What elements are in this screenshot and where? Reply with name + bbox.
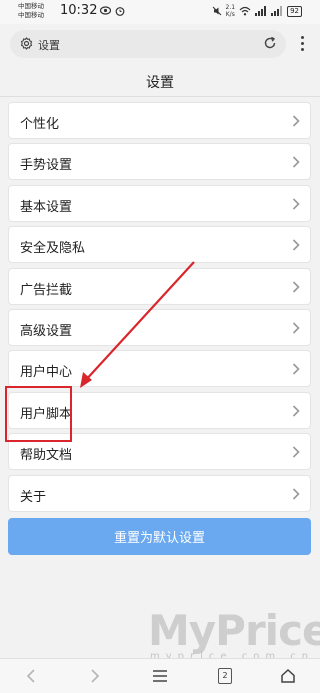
address-text: 设置: [38, 39, 60, 52]
eye-icon: [100, 6, 111, 15]
status-icons-left: [100, 6, 125, 16]
clock: 10:32: [60, 3, 98, 18]
mute-icon: [212, 6, 221, 16]
bottom-nav: 2: [0, 658, 320, 693]
settings-item-user-center[interactable]: 用户中心: [8, 350, 311, 388]
carrier-labels: 中国移动 中国移动: [18, 2, 44, 20]
settings-list: 个性化 手势设置 基本设置 安全及隐私 广告拦截 高级设置 用户中心 用户脚本 …: [8, 102, 311, 516]
chevron-right-icon: [292, 239, 300, 251]
settings-item-label: 帮助文档: [20, 448, 73, 464]
chevron-right-icon: [292, 363, 300, 375]
settings-item-about[interactable]: 关于: [8, 474, 311, 512]
title-divider: [0, 96, 320, 97]
chevron-right-icon: [292, 446, 300, 458]
battery-indicator: 92: [287, 5, 302, 17]
address-bar[interactable]: 设置: [10, 30, 286, 58]
settings-item-basic[interactable]: 基本设置: [8, 184, 311, 222]
speed-unit: K/s: [225, 11, 235, 18]
settings-item-ad-block[interactable]: 广告拦截: [8, 267, 311, 305]
watermark-logo: MyPrice: [148, 606, 320, 655]
speed-value: 2.1: [225, 4, 236, 11]
signal-icon: [255, 6, 267, 16]
settings-item-label: 个性化: [20, 117, 60, 132]
chevron-right-icon: [292, 198, 300, 210]
chevron-right-icon: [292, 156, 300, 168]
settings-item-personalization[interactable]: 个性化: [8, 102, 311, 139]
settings-item-label: 安全及隐私: [20, 241, 86, 257]
settings-item-label: 手势设置: [20, 158, 73, 174]
highlight-box: [5, 386, 72, 442]
chevron-right-icon: [292, 405, 300, 417]
settings-item-advanced[interactable]: 高级设置: [8, 308, 311, 346]
gear-icon: [20, 37, 33, 50]
alarm-icon: [115, 7, 125, 16]
home-icon[interactable]: [280, 668, 296, 684]
wifi-icon: [239, 6, 251, 16]
status-icons-right: 2.1 K/s 92: [212, 4, 302, 18]
settings-item-gestures[interactable]: 手势设置: [8, 143, 311, 181]
settings-item-label: 关于: [20, 489, 47, 505]
forward-icon[interactable]: [90, 668, 100, 684]
chevron-right-icon: [292, 322, 300, 334]
settings-item-label: 用户中心: [20, 365, 73, 381]
settings-item-label: 广告拦截: [20, 282, 73, 298]
reset-defaults-button[interactable]: 重置为默认设置: [8, 518, 311, 555]
reload-icon[interactable]: [263, 36, 277, 50]
more-menu-icon[interactable]: [296, 34, 308, 54]
status-bar: 中国移动 中国移动 10:32 2.1 K/s 92: [0, 0, 320, 24]
carrier-1: 中国移动: [18, 2, 44, 10]
settings-item-label: 基本设置: [20, 199, 73, 215]
chevron-right-icon: [292, 280, 300, 293]
network-speed: 2.1 K/s: [226, 4, 236, 18]
chevron-right-icon: [292, 487, 300, 500]
signal-icon-2: [271, 6, 283, 16]
page-title: 设置: [146, 75, 174, 91]
chevron-right-icon: [292, 115, 300, 127]
menu-icon[interactable]: [152, 668, 168, 684]
settings-item-security-privacy[interactable]: 安全及隐私: [8, 226, 311, 264]
tabs-button[interactable]: 2: [218, 668, 232, 684]
back-icon[interactable]: [26, 668, 36, 684]
settings-item-label: 高级设置: [20, 323, 73, 339]
carrier-2: 中国移动: [18, 11, 44, 19]
